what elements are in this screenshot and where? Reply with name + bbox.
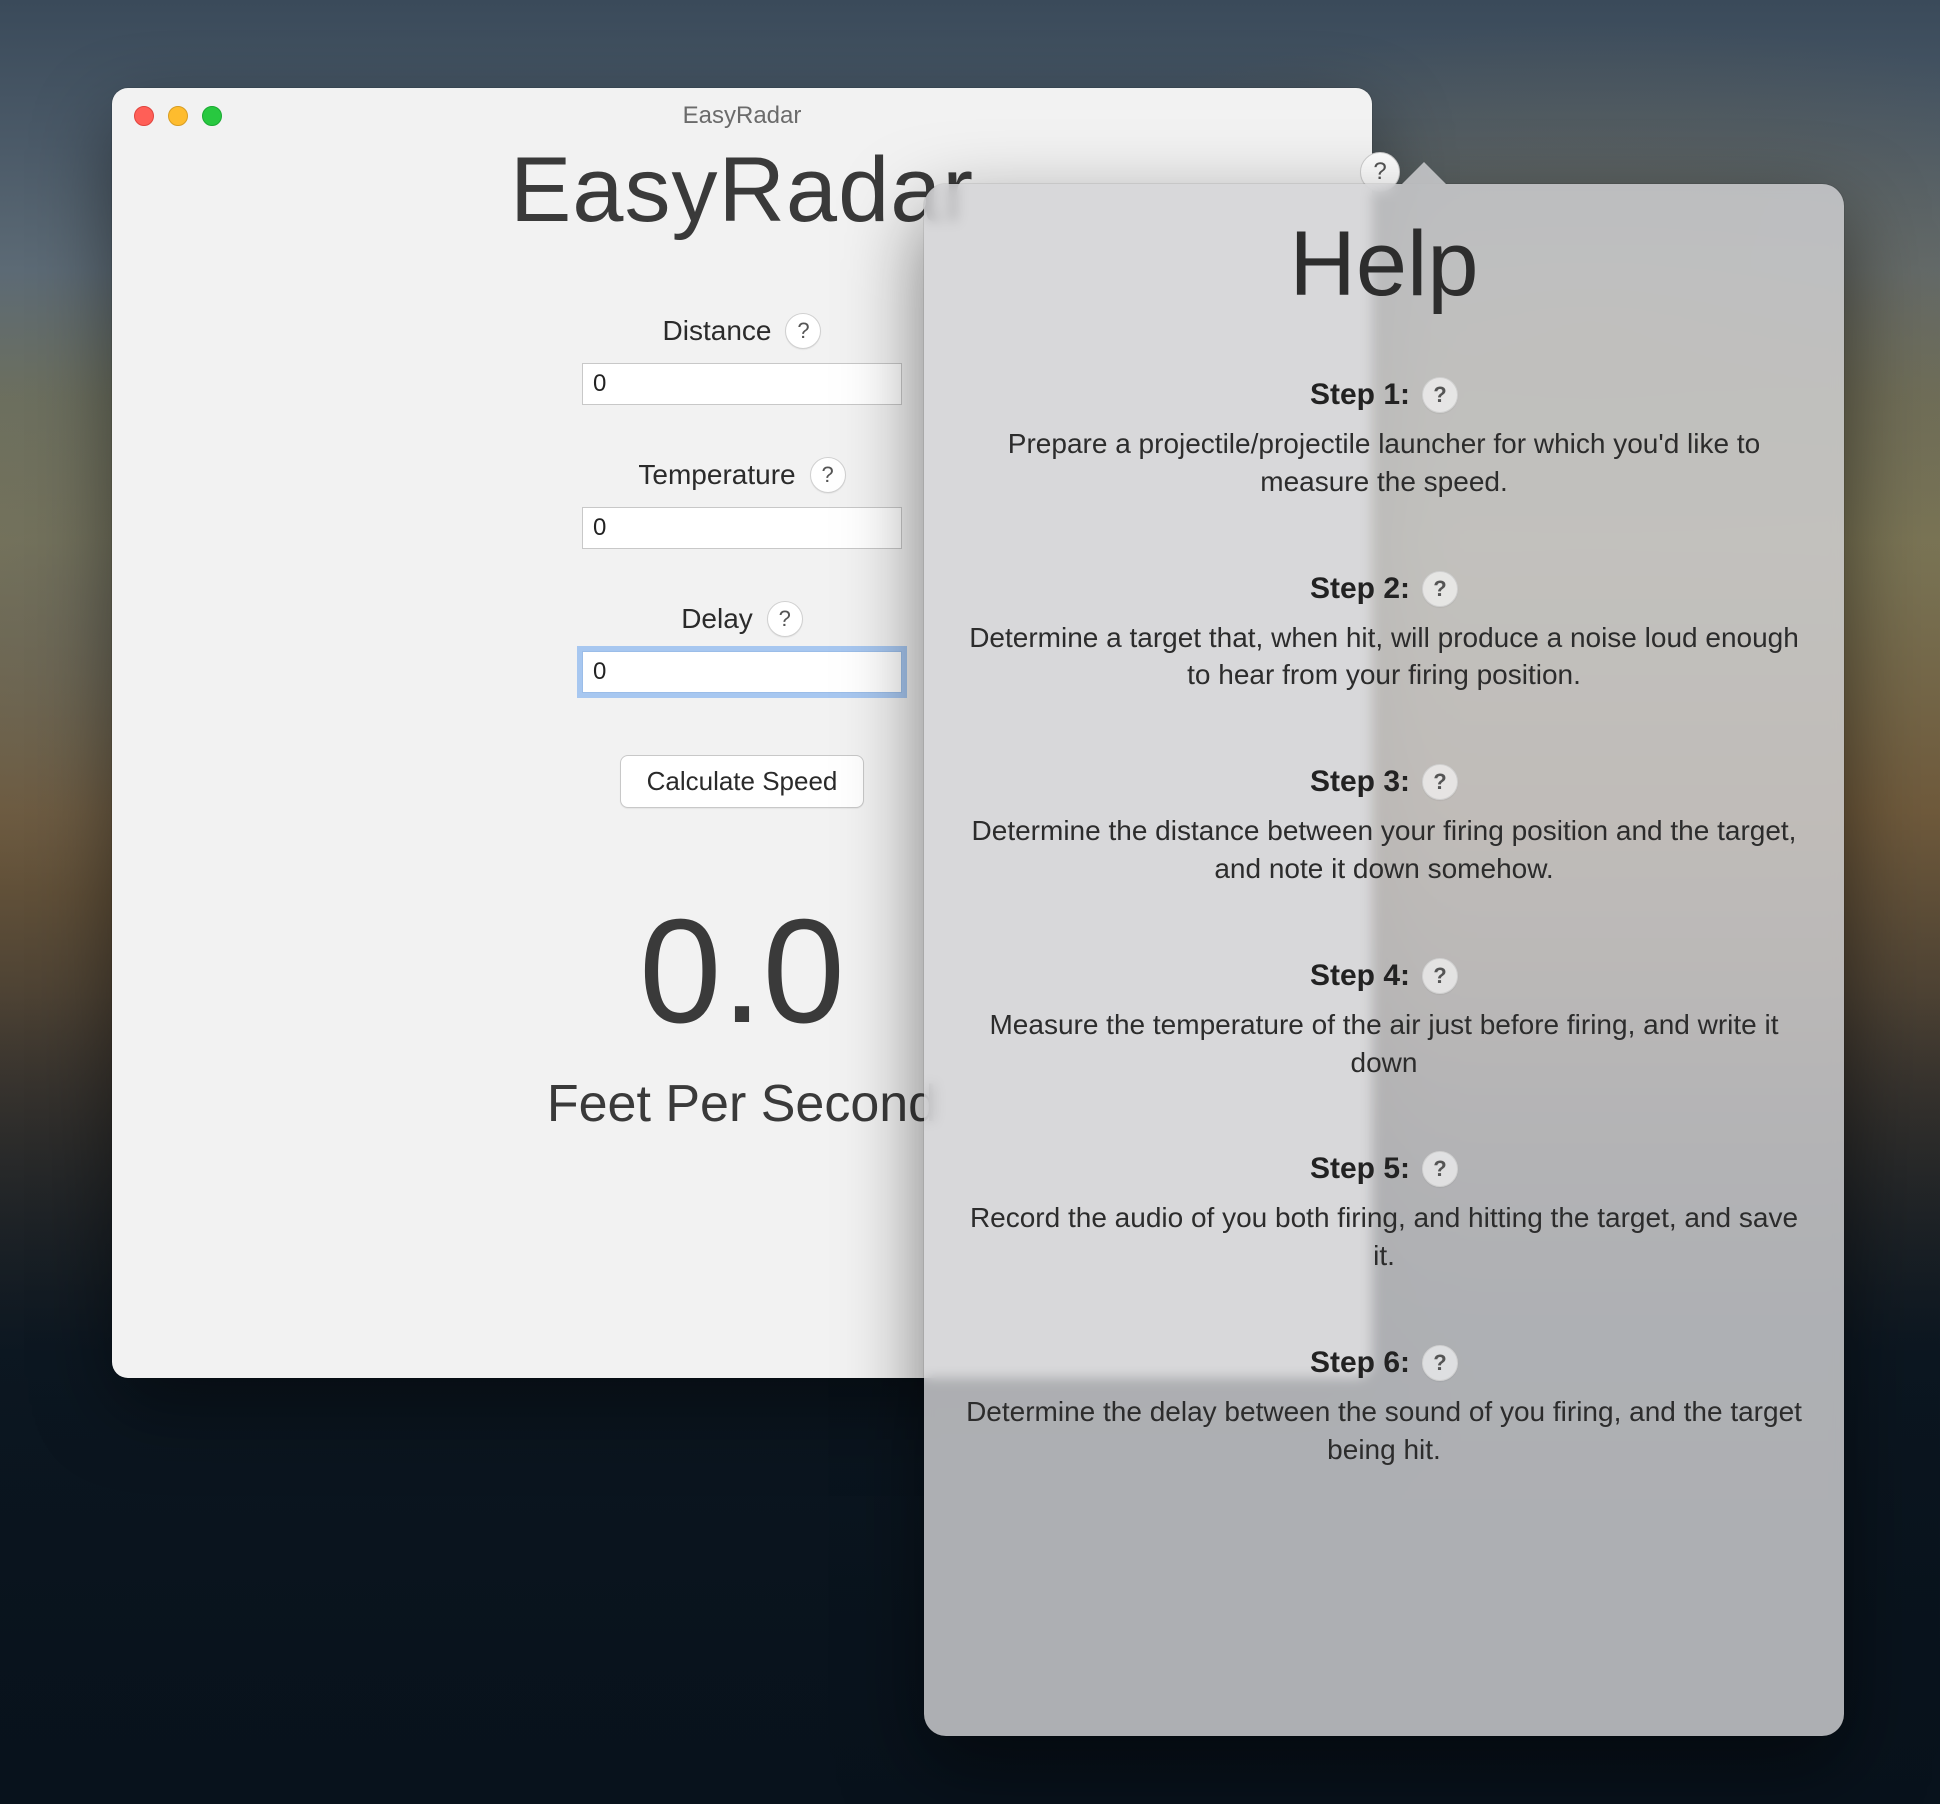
help-step-2-icon[interactable]: ? [1422,571,1458,607]
help-step-5: Step 5: ? Record the audio of you both f… [952,1151,1816,1275]
temperature-help-icon[interactable]: ? [810,457,846,493]
temperature-label: Temperature [638,459,795,491]
distance-label: Distance [663,315,772,347]
window-title: EasyRadar [112,102,1372,130]
zoom-window-button[interactable] [202,106,222,126]
delay-help-icon[interactable]: ? [767,601,803,637]
help-step-5-icon[interactable]: ? [1422,1151,1458,1187]
delay-input[interactable] [582,651,902,693]
help-step-4-label: Step 4: [1310,959,1410,993]
help-step-6-text: Determine the delay between the sound of… [964,1393,1804,1469]
window-controls [134,106,222,126]
help-step-2-text: Determine a target that, when hit, will … [964,619,1804,695]
help-step-6-label: Step 6: [1310,1346,1410,1380]
titlebar: EasyRadar [112,88,1372,144]
help-step-4-icon[interactable]: ? [1422,958,1458,994]
help-step-5-text: Record the audio of you both firing, and… [964,1199,1804,1275]
help-step-1: Step 1: ? Prepare a projectile/projectil… [952,377,1816,501]
help-step-1-label: Step 1: [1310,378,1410,412]
distance-help-icon[interactable]: ? [785,313,821,349]
temperature-input[interactable] [582,507,902,549]
help-step-3-text: Determine the distance between your firi… [964,812,1804,888]
help-step-3-icon[interactable]: ? [1422,764,1458,800]
calculate-speed-button[interactable]: Calculate Speed [620,755,865,808]
delay-label: Delay [681,603,753,635]
help-step-2: Step 2: ? Determine a target that, when … [952,571,1816,695]
help-step-6-icon[interactable]: ? [1422,1345,1458,1381]
help-step-6: Step 6: ? Determine the delay between th… [952,1345,1816,1469]
close-window-button[interactable] [134,106,154,126]
help-step-4-text: Measure the temperature of the air just … [964,1006,1804,1082]
help-step-4: Step 4: ? Measure the temperature of the… [952,958,1816,1082]
help-step-1-text: Prepare a projectile/projectile launcher… [964,425,1804,501]
help-popover: Help Step 1: ? Prepare a projectile/proj… [924,184,1844,1736]
help-step-5-label: Step 5: [1310,1152,1410,1186]
help-step-3-label: Step 3: [1310,765,1410,799]
help-title: Help [952,212,1816,317]
minimize-window-button[interactable] [168,106,188,126]
help-step-1-icon[interactable]: ? [1422,377,1458,413]
distance-input[interactable] [582,363,902,405]
help-step-3: Step 3: ? Determine the distance between… [952,764,1816,888]
help-step-2-label: Step 2: [1310,572,1410,606]
